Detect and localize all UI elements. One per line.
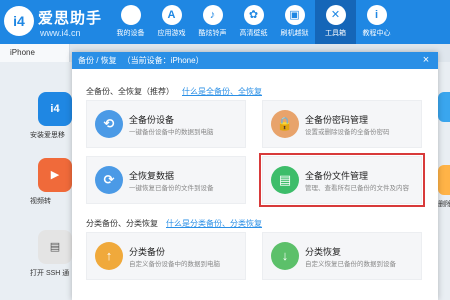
- nav-label: 教程中心: [362, 30, 391, 37]
- category-backup-card[interactable]: ↑ 分类备份自定义备份设备中的数据到电脑: [86, 232, 246, 280]
- full-restore-card[interactable]: ⟳ 全恢复数据一键恢复已备份的文件到设备: [86, 156, 246, 204]
- background-app-icon: ▤: [38, 230, 72, 264]
- card-title: 全恢复数据: [129, 171, 175, 181]
- dialog-title-bar: 备份 / 恢复 （当前设备：iPhone）: [72, 52, 438, 69]
- card-title: 全备份文件管理: [305, 171, 369, 181]
- background-app-icon: ▶: [38, 158, 72, 192]
- card-description: 管理、查看所有已备份的文件及内容: [305, 185, 409, 192]
- dialog-title: 备份 / 恢复: [78, 56, 117, 65]
- card-description: 自定义备份设备中的数据到电脑: [129, 261, 220, 268]
- brand-url: www.i4.cn: [40, 28, 81, 38]
- nav-item-4[interactable]: ▣ 刷机越狱: [274, 0, 315, 44]
- full-backup-help-link[interactable]: 什么是全备份、全恢复: [182, 87, 262, 96]
- device-tab-iphone[interactable]: iPhone: [0, 44, 70, 62]
- card-title: 分类恢复: [305, 247, 342, 257]
- flower-icon: ✿: [243, 5, 264, 25]
- nav-label: 工具箱: [325, 30, 346, 37]
- backup-file-manager-card[interactable]: ▤ 全备份文件管理管理、查看所有已备份的文件及内容: [259, 153, 425, 207]
- current-device-label: （当前设备：iPhone）: [122, 56, 204, 65]
- app-header: i4 爱思助手 www.i4.cn 我的设备 A 应用游戏 ♪ 酷炫铃声 ✿ 高清壁纸 ▣ 刷机…: [0, 0, 450, 44]
- nav-label: 酷炫铃声: [198, 30, 227, 37]
- nav-label: 我的设备: [116, 30, 145, 37]
- restore-icon: ⟳: [95, 166, 123, 194]
- bell-icon: ♪: [202, 5, 223, 25]
- app-store-icon: A: [161, 5, 182, 25]
- nav-item-5[interactable]: ✕ 工具箱: [315, 0, 356, 44]
- box-icon: ▣: [284, 5, 305, 25]
- apple-icon: [120, 5, 141, 25]
- folder-icon: ▤: [271, 166, 299, 194]
- download-icon: ↓: [271, 242, 299, 270]
- full-backup-card[interactable]: ⟲ 全备份设备一键备份设备中的数据到电脑: [86, 100, 246, 148]
- section-full-backup: 全备份、全恢复（推荐） 什么是全备份、全恢复: [86, 86, 262, 97]
- section-category-backup: 分类备份、分类恢复 什么是分类备份、分类恢复: [86, 218, 262, 229]
- tools-icon: ✕: [325, 5, 346, 25]
- nav-label: 刷机越狱: [280, 30, 309, 37]
- card-title: 全备份密码管理: [305, 115, 369, 125]
- close-icon[interactable]: ×: [420, 54, 432, 66]
- section-full-backup-title: 全备份、全恢复（推荐）: [86, 87, 174, 96]
- section-category-backup-title: 分类备份、分类恢复: [86, 219, 158, 228]
- category-backup-help-link[interactable]: 什么是分类备份、分类恢复: [166, 219, 262, 228]
- background-app-icon: [438, 165, 450, 195]
- nav-label: 高清壁纸: [239, 30, 268, 37]
- card-title: 分类备份: [129, 247, 166, 257]
- card-title: 全备份设备: [129, 115, 175, 125]
- card-description: 一键备份设备中的数据到电脑: [129, 129, 214, 136]
- nav-item-6[interactable]: i 教程中心: [356, 0, 397, 44]
- background-app-icon: [438, 92, 450, 122]
- brand-name: 爱思助手: [38, 10, 103, 27]
- lock-icon: 🔒: [271, 110, 299, 138]
- nav-label: 应用游戏: [157, 30, 186, 37]
- nav-item-0[interactable]: 我的设备: [110, 0, 151, 44]
- card-description: 自定义恢复已备份的数据到设备: [305, 261, 396, 268]
- nav-item-3[interactable]: ✿ 高清壁纸: [233, 0, 274, 44]
- nav-item-2[interactable]: ♪ 酷炫铃声: [192, 0, 233, 44]
- category-restore-card[interactable]: ↓ 分类恢复自定义恢复已备份的数据到设备: [262, 232, 422, 280]
- upload-icon: ↑: [95, 242, 123, 270]
- info-icon: i: [366, 5, 387, 25]
- i4-logo-icon: i4: [4, 6, 34, 36]
- card-description: 一键恢复已备份的文件到设备: [129, 185, 214, 192]
- main-nav: 我的设备 A 应用游戏 ♪ 酷炫铃声 ✿ 高清壁纸 ▣ 刷机越狱 ✕ 工具箱 i 教程中心: [110, 0, 397, 44]
- background-app-icon: i4: [38, 92, 72, 126]
- backup-password-card[interactable]: 🔒 全备份密码管理设置或删除设备的全备份密码: [262, 100, 422, 148]
- nav-item-1[interactable]: A 应用游戏: [151, 0, 192, 44]
- backup-restore-dialog: 备份 / 恢复 （当前设备：iPhone） × 全备份、全恢复（推荐） 什么是全备份…: [72, 52, 438, 300]
- background-app-label: 删除: [438, 201, 450, 208]
- card-description: 设置或删除设备的全备份密码: [305, 129, 390, 136]
- backup-icon: ⟲: [95, 110, 123, 138]
